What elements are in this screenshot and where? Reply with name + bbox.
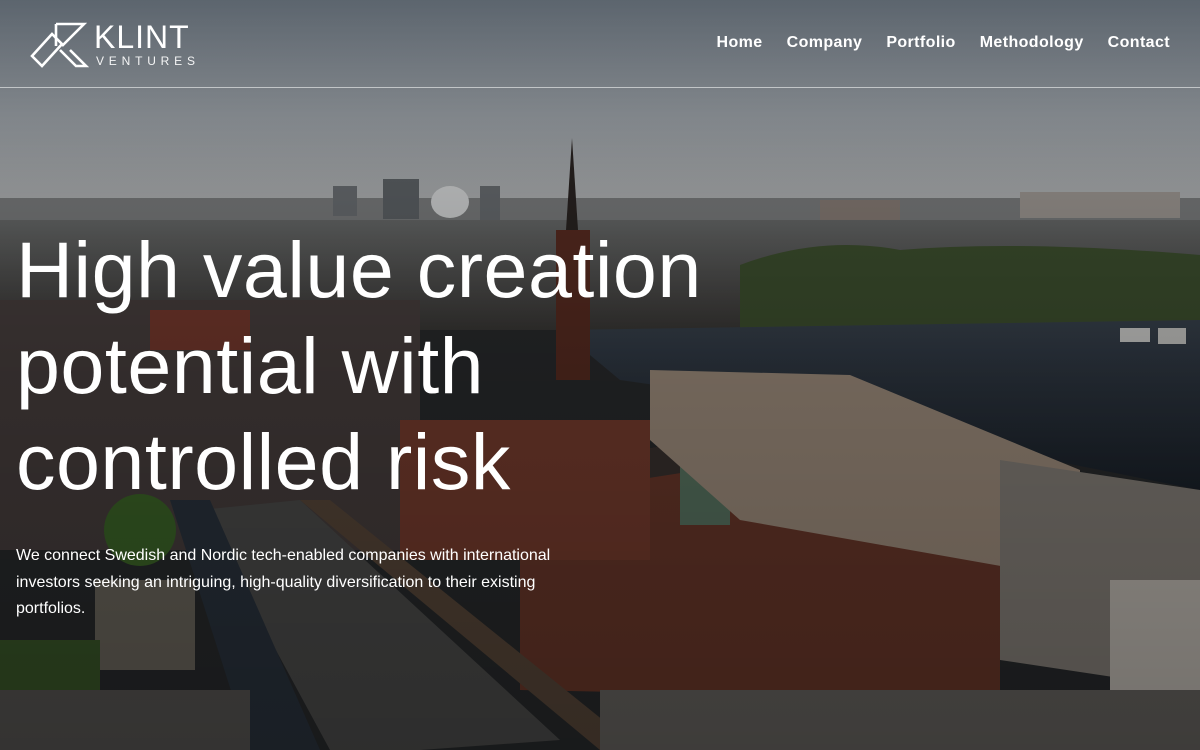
klint-logo-icon xyxy=(30,22,90,68)
nav-portfolio[interactable]: Portfolio xyxy=(886,33,955,53)
hero-headline-line: controlled risk xyxy=(16,417,511,506)
brand-logo[interactable]: KLINT VENTURES xyxy=(30,20,200,68)
nav-contact[interactable]: Contact xyxy=(1108,33,1170,53)
site-header: KLINT VENTURES Home Company Portfolio Me… xyxy=(0,0,1200,88)
brand-name: KLINT xyxy=(94,19,190,55)
nav-company[interactable]: Company xyxy=(787,33,863,53)
hero-headline-line: High value creation xyxy=(16,225,702,314)
hero-intro-text: We connect Swedish and Nordic tech-enabl… xyxy=(16,547,551,617)
hero-headline-line: potential with xyxy=(16,321,485,410)
nav-methodology[interactable]: Methodology xyxy=(980,33,1084,53)
main-nav: Home Company Portfolio Methodology Conta… xyxy=(717,33,1170,53)
hero-headline: High value creation potential with contr… xyxy=(16,222,916,510)
nav-home[interactable]: Home xyxy=(717,33,763,53)
brand-tagline: VENTURES xyxy=(96,54,200,68)
